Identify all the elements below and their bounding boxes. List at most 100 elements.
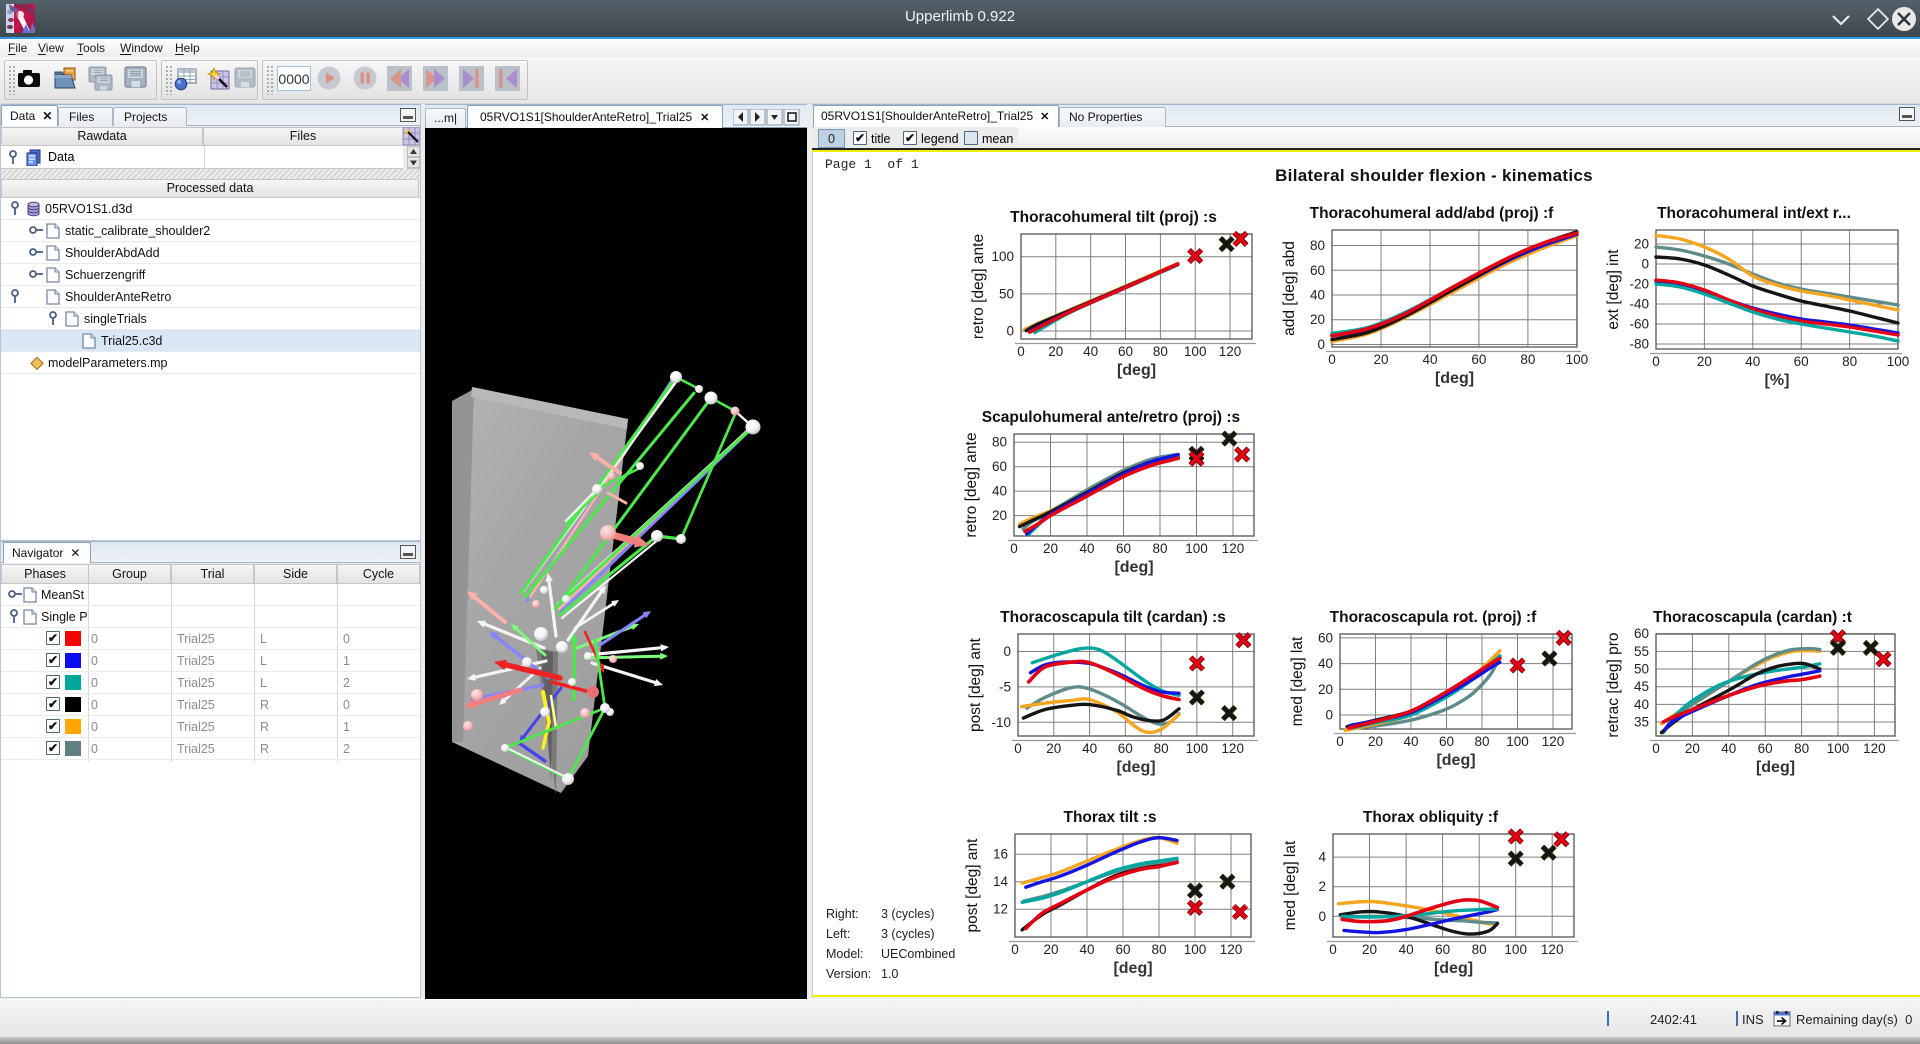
svg-text:Model:: Model: [826,947,864,961]
svg-text:20: 20 [1048,344,1063,359]
svg-text:post [deg] ant: post [deg] ant [967,637,984,732]
svg-text:40: 40 [1318,656,1333,671]
svg-text:120: 120 [1863,741,1886,756]
svg-text:100: 100 [1887,354,1910,369]
svg-text:Thoracohumeral int/ext r...: Thoracohumeral int/ext r... [1657,205,1851,222]
svg-text:3 (cycles): 3 (cycles) [881,907,934,921]
svg-text:120: 120 [1221,741,1244,756]
svg-text:60: 60 [1439,734,1454,749]
svg-text:0: 0 [1318,909,1326,924]
svg-text:[deg]: [deg] [1113,960,1152,977]
svg-text:Thorax obliquity :f: Thorax obliquity :f [1363,809,1499,826]
svg-text:50: 50 [1634,662,1649,677]
svg-text:[deg]: [deg] [1114,559,1153,576]
svg-text:60: 60 [1435,942,1450,957]
svg-text:1.0: 1.0 [881,967,898,981]
svg-text:40: 40 [1634,697,1649,712]
svg-text:Page 1 of 1: Page 1 of 1 [825,157,919,172]
svg-text:20: 20 [1368,734,1383,749]
svg-text:60: 60 [1116,541,1131,556]
svg-text:0: 0 [1010,541,1018,556]
svg-text:60: 60 [1471,352,1486,367]
svg-text:-80: -80 [1629,337,1649,352]
svg-text:0: 0 [1329,942,1337,957]
svg-text:80: 80 [1152,541,1167,556]
svg-text:retrac [deg] pro: retrac [deg] pro [1605,632,1622,737]
svg-text:0: 0 [1336,734,1344,749]
svg-text:120: 120 [1542,734,1565,749]
svg-text:40: 40 [1422,352,1437,367]
svg-text:100: 100 [1184,344,1207,359]
svg-text:80: 80 [1153,344,1168,359]
svg-text:Thoracohumeral add/abd (proj): Thoracohumeral add/abd (proj) :f [1310,205,1555,222]
svg-text:3 (cycles): 3 (cycles) [881,927,934,941]
svg-text:0: 0 [1325,708,1333,723]
svg-text:20: 20 [1685,741,1700,756]
svg-text:Thoracoscapula rot. (proj) :f: Thoracoscapula rot. (proj) :f [1330,609,1538,626]
svg-text:20: 20 [1046,741,1061,756]
svg-text:100: 100 [1504,942,1527,957]
svg-text:-20: -20 [1629,277,1649,292]
svg-text:80: 80 [992,435,1007,450]
svg-text:40: 40 [1082,741,1097,756]
svg-text:[deg]: [deg] [1756,759,1795,776]
svg-text:40: 40 [1403,734,1418,749]
svg-text:-60: -60 [1629,317,1649,332]
svg-text:60: 60 [1115,942,1130,957]
svg-text:Thorax tilt :s: Thorax tilt :s [1063,809,1156,826]
svg-text:80: 80 [1310,238,1325,253]
svg-text:0: 0 [1011,942,1019,957]
svg-text:120: 120 [1222,541,1245,556]
svg-text:100: 100 [1827,741,1850,756]
svg-text:[deg]: [deg] [1117,362,1156,379]
svg-text:post [deg] ant: post [deg] ant [964,838,981,933]
svg-text:[deg]: [deg] [1436,752,1475,769]
svg-text:4: 4 [1318,850,1326,865]
svg-text:UECombined: UECombined [881,947,955,961]
svg-text:Thoracohumeral tilt (proj) :s: Thoracohumeral tilt (proj) :s [1010,209,1217,226]
svg-text:20: 20 [1634,237,1649,252]
svg-text:Scapulohumeral ante/retro (pro: Scapulohumeral ante/retro (proj) :s [982,409,1240,426]
svg-text:80: 80 [1474,734,1489,749]
svg-text:100: 100 [1185,541,1208,556]
svg-text:40: 40 [1721,741,1736,756]
svg-text:80: 80 [1842,354,1857,369]
svg-text:med [deg] lat: med [deg] lat [1289,636,1306,726]
svg-text:0: 0 [1014,741,1022,756]
svg-text:120: 120 [1220,942,1243,957]
svg-text:100: 100 [1186,741,1209,756]
svg-text:Version:: Version: [826,967,871,981]
svg-text:20: 20 [992,508,1007,523]
svg-text:20: 20 [1373,352,1388,367]
svg-text:0: 0 [1017,344,1025,359]
svg-text:60: 60 [992,459,1007,474]
svg-text:60: 60 [1118,344,1133,359]
svg-text:0: 0 [1652,741,1660,756]
svg-text:40: 40 [1745,354,1760,369]
svg-text:ext [deg] int: ext [deg] int [1605,249,1622,330]
svg-text:35: 35 [1634,715,1649,730]
svg-text:-40: -40 [1629,297,1649,312]
svg-text:60: 60 [1634,626,1649,641]
svg-text:20: 20 [1043,942,1058,957]
svg-text:40: 40 [1310,288,1325,303]
svg-text:20: 20 [1043,541,1058,556]
svg-text:100: 100 [1506,734,1529,749]
svg-text:0: 0 [1006,324,1014,339]
svg-text:80: 80 [1472,942,1487,957]
svg-text:Thoracoscapula tilt (cardan) :: Thoracoscapula tilt (cardan) :s [1000,609,1226,626]
svg-text:retro [deg] ante: retro [deg] ante [963,432,980,537]
svg-text:[deg]: [deg] [1434,960,1473,977]
svg-text:Bilateral shoulder flexion - k: Bilateral shoulder flexion - kinematics [1275,166,1593,185]
svg-text:60: 60 [1118,741,1133,756]
svg-text:50: 50 [999,286,1014,301]
svg-text:0: 0 [1003,644,1011,659]
svg-text:0: 0 [1641,257,1649,272]
svg-text:12: 12 [993,902,1008,917]
svg-text:[deg]: [deg] [1435,370,1474,387]
svg-text:retro [deg] ante: retro [deg] ante [970,234,987,339]
svg-text:120: 120 [1219,344,1242,359]
svg-text:100: 100 [1184,942,1207,957]
svg-text:[deg]: [deg] [1116,759,1155,776]
svg-text:med [deg] lat: med [deg] lat [1282,840,1299,930]
